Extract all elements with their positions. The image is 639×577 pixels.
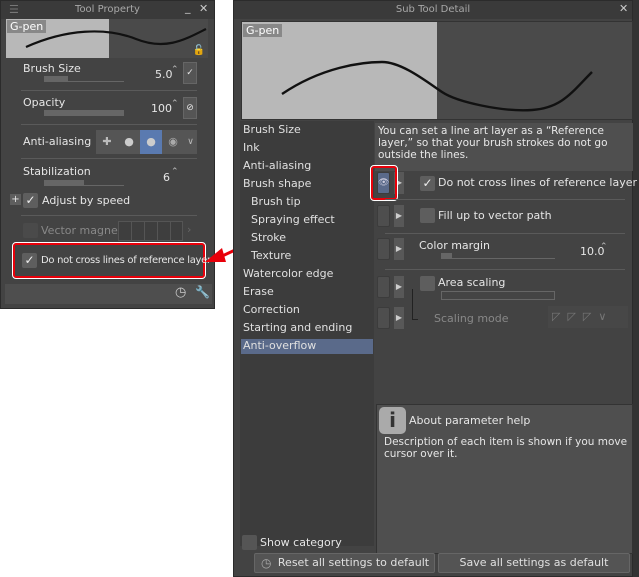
row-button[interactable]	[377, 276, 390, 298]
row-button[interactable]	[377, 205, 390, 227]
link-line	[412, 289, 418, 320]
category-texture[interactable]: Texture	[251, 249, 291, 262]
expand-arrow-button[interactable]: ▶	[394, 276, 404, 298]
expand-arrow-button[interactable]: ▶	[394, 238, 404, 260]
category-brush-tip[interactable]: Brush tip	[251, 195, 301, 208]
color-margin-label: Color margin	[419, 239, 491, 252]
no-cross-checkbox[interactable]: ✓	[420, 176, 435, 191]
area-scaling-checkbox[interactable]	[420, 276, 435, 291]
fill-vector-label: Fill up to vector path	[438, 209, 552, 222]
brush-preview: G-pen	[241, 21, 633, 120]
expand-arrow-button[interactable]: ▶	[394, 307, 404, 329]
category-ink[interactable]: Ink	[243, 141, 260, 154]
color-margin-spinner[interactable]: ⌃	[600, 242, 608, 252]
fill-vector-checkbox[interactable]	[420, 208, 435, 223]
window-title: Sub Tool Detail	[234, 1, 632, 19]
category-correction[interactable]: Correction	[243, 303, 300, 316]
category-starting-and-ending[interactable]: Starting and ending	[243, 321, 352, 334]
area-scaling-label: Area scaling	[438, 276, 506, 289]
area-scaling-slider[interactable]	[441, 291, 555, 300]
save-all-label: Save all settings as default	[459, 556, 609, 569]
reset-all-label: Reset all settings to default	[277, 556, 430, 569]
reset-all-button[interactable]: ◷ Reset all settings to default	[254, 553, 435, 573]
eye-annotation-box	[370, 165, 398, 201]
category-brush-size[interactable]: Brush Size	[243, 123, 301, 136]
brush-name: G-pen	[243, 24, 283, 37]
category-anti-overflow[interactable]: Anti-overflow	[243, 339, 316, 352]
info-icon: i	[379, 407, 406, 434]
stroke-preview	[281, 60, 593, 112]
description-text: You can set a line art layer as a “Refer…	[378, 125, 608, 161]
save-all-button[interactable]: Save all settings as default	[438, 553, 630, 573]
category-watercolor-edge[interactable]: Watercolor edge	[243, 267, 333, 280]
category-erase[interactable]: Erase	[243, 285, 274, 298]
scaling-mode-selector[interactable]: ◸◸◸∨	[548, 306, 628, 328]
close-icon[interactable]: ✕	[619, 2, 628, 15]
row-button[interactable]	[377, 307, 390, 329]
category-anti-aliasing[interactable]: Anti-aliasing	[243, 159, 311, 172]
show-category-label: Show category	[260, 536, 342, 549]
help-text: Description of each item is shown if you…	[384, 436, 628, 460]
category-spraying-effect[interactable]: Spraying effect	[251, 213, 335, 226]
color-margin-slider[interactable]	[441, 253, 555, 259]
expand-arrow-button[interactable]: ▶	[394, 205, 404, 227]
show-category-checkbox[interactable]	[242, 535, 257, 550]
scaling-mode-label: Scaling mode	[434, 312, 509, 325]
category-stroke[interactable]: Stroke	[251, 231, 286, 244]
row-button[interactable]	[377, 238, 390, 260]
category-brush-shape[interactable]: Brush shape	[243, 177, 311, 190]
help-title: About parameter help	[409, 414, 531, 427]
no-cross-label: Do not cross lines of reference layer	[438, 176, 638, 189]
reset-icon: ◷	[261, 556, 272, 570]
